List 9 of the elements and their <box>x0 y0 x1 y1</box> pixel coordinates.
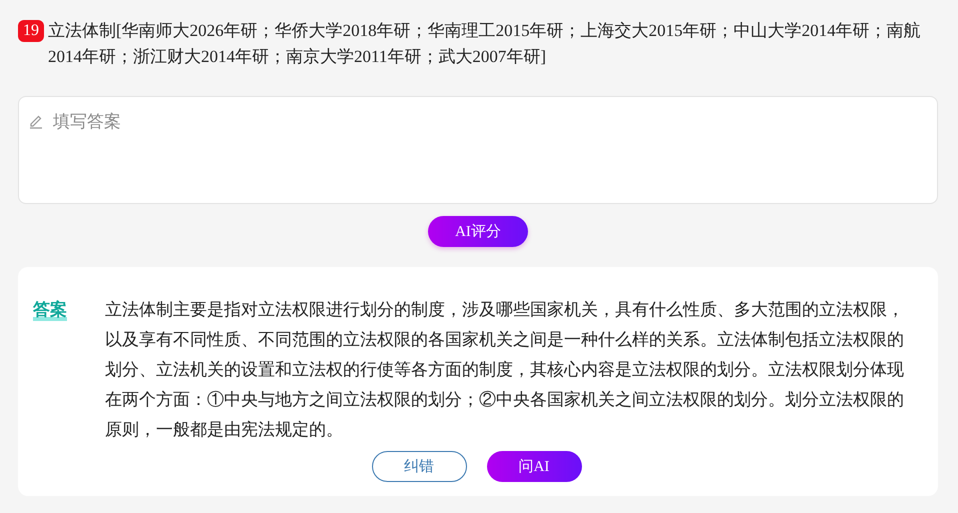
report-error-button[interactable]: 纠错 <box>372 451 466 482</box>
pencil-icon <box>28 113 44 129</box>
answer-field[interactable]: 填写答案 <box>18 96 938 204</box>
answer-label: 答案 <box>33 299 68 321</box>
answer-text: 立法体制主要是指对立法权限进行划分的制度，涉及哪些国家机关，具有什么性质、多大范围的立法权限，以及享有不同性质、不同范围的立法权限的各国家机关之间是一种什么样的关系。立法体制包括立法权限的划分、立法机关的设置和立法权的行使等各方面的制度，其核心内容是立法权限的划分。立法权限划分体现在两个方面：①中央与地方之间立法权限的划分；②中央各国家机关之间立法权限的划分。划分立法权限的原则，一般都是由宪法规定的。 <box>105 299 905 441</box>
ai-score-button[interactable]: AI评分 <box>428 216 528 247</box>
question-number: 19 <box>18 20 44 42</box>
question-text: 立法体制[华南师大2026年研；华侨大学2018年研；华南理工2015年研；上海交大2015年研；中山大学2014年研；南航2014年研；浙江财大2014年研；南京大学2011年研；武大2007年研] <box>48 20 922 68</box>
ask-ai-button[interactable]: 问AI <box>486 451 582 482</box>
